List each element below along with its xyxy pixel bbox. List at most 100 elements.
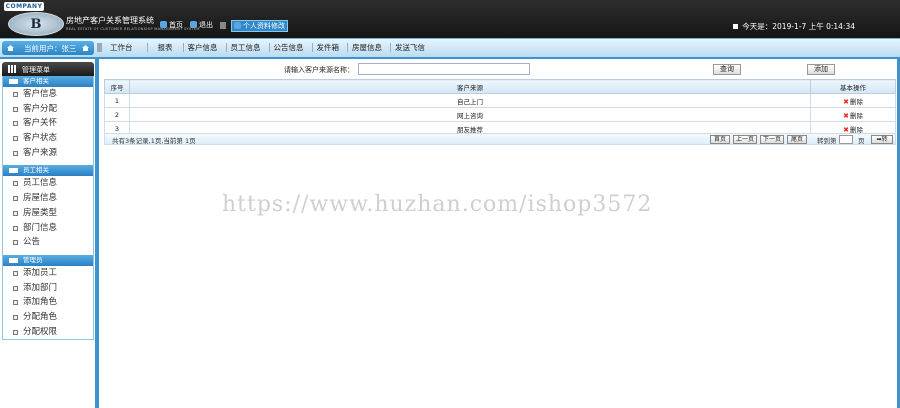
goto-page-input[interactable]: [839, 135, 853, 144]
group-folder-icon: [9, 257, 18, 263]
sidebar-item-employee-info[interactable]: 员工信息: [3, 176, 93, 191]
cell-source: 自己上门: [129, 93, 811, 108]
cell-source: 网上咨询: [129, 107, 811, 122]
sidebar-divider: [95, 57, 99, 408]
nav-send-fetion[interactable]: 发送飞信: [395, 43, 433, 52]
table-row: 1 自己上门 ✖删除: [104, 93, 896, 108]
pagination-summary: 共有3条记录,1页,当前第 1页: [112, 137, 196, 145]
sidebar-group-header[interactable]: 管理员: [3, 254, 93, 266]
delete-link[interactable]: ✖删除: [810, 107, 896, 122]
nav-customer-info[interactable]: 客户信息: [188, 43, 227, 52]
nav-bar: 当前用户：张三 工作台 报表 客户信息 员工信息 公告信息 发件箱 房屋信息 发…: [0, 39, 900, 59]
bullet-icon: [13, 300, 18, 306]
sidebar-item-label: 房屋信息: [23, 193, 58, 204]
logout-label: 退出: [199, 21, 213, 29]
sidebar-item-customer-assign[interactable]: 客户分配: [3, 102, 93, 117]
sidebar-item-label: 公告: [23, 237, 41, 248]
table-header-row: 序号 客户来源 基本操作: [104, 79, 896, 94]
first-page-button[interactable]: 首页: [710, 135, 730, 144]
search-label: 请输入客户来源名称：: [284, 66, 354, 74]
group-title: 员工相关: [23, 166, 49, 175]
sidebar-item-label: 客户来源: [23, 147, 58, 158]
last-page-button[interactable]: 尾页: [787, 135, 807, 144]
bullet-icon: [13, 210, 18, 216]
delete-x-icon: ✖: [843, 111, 849, 120]
sidebar-group-header[interactable]: 客户相关: [3, 76, 93, 87]
nav-report[interactable]: 报表: [158, 43, 184, 52]
nav-employee-info[interactable]: 员工信息: [231, 43, 270, 52]
current-user-label: 当前用户：张三: [24, 44, 77, 53]
bullet-icon: [13, 136, 18, 142]
nav-separator-icon: [97, 43, 102, 52]
sidebar-item-customer-status[interactable]: 客户状态: [3, 131, 93, 146]
top-header: COMPANY B 房地产客户关系管理系统 REAL ESTATE OF CUS…: [0, 0, 900, 39]
group-title: 客户相关: [23, 77, 49, 85]
sidebar-item-notice[interactable]: 公告: [3, 235, 93, 250]
add-button[interactable]: 添加: [807, 64, 835, 75]
profile-icon: [234, 22, 241, 29]
sidebar-item-label: 客户状态: [23, 133, 58, 144]
house-icon: [7, 45, 14, 51]
search-row: 请输入客户来源名称： 查询 添加: [100, 62, 898, 77]
page-unit-label: 页: [858, 137, 865, 145]
home-label: 首页: [169, 21, 183, 29]
delete-link[interactable]: ✖删除: [810, 93, 896, 108]
next-page-button[interactable]: 下一页: [760, 135, 784, 144]
sidebar-item-house-type[interactable]: 房屋类型: [3, 206, 93, 221]
nav-notice-info[interactable]: 公告信息: [274, 43, 313, 52]
profile-label: 个人资料修改: [243, 22, 285, 30]
nav-workbench[interactable]: 工作台: [110, 43, 148, 52]
nav-house-info[interactable]: 房屋信息: [352, 43, 391, 52]
sidebar-item-customer-care[interactable]: 客户关怀: [3, 116, 93, 131]
group-title: 管理员: [23, 255, 43, 264]
sidebar-item-add-role[interactable]: 添加角色: [3, 295, 93, 310]
sidebar-item-label: 客户分配: [23, 103, 58, 114]
col-header-actions: 基本操作: [810, 79, 896, 94]
house-icon-right: [82, 45, 89, 51]
query-button[interactable]: 查询: [713, 64, 741, 75]
menu-grid-icon: [8, 65, 17, 73]
sidebar-item-label: 添加角色: [23, 297, 58, 308]
sidebar-item-assign-role[interactable]: 分配角色: [3, 310, 93, 325]
col-header-no: 序号: [104, 79, 130, 94]
sidebar-item-assign-permission[interactable]: 分配权限: [3, 325, 93, 340]
bullet-icon: [13, 270, 18, 276]
logout-button[interactable]: 退出: [188, 20, 215, 30]
prev-page-button[interactable]: 上一页: [733, 135, 757, 144]
sidebar-group-customer: 客户相关 客户信息 客户分配 客户关怀 客户状态 客户来源 员工相关 员工信息 …: [2, 76, 94, 341]
sidebar-item-add-employee[interactable]: 添加员工: [3, 266, 93, 281]
logo-letter: B: [30, 16, 42, 32]
group-folder-icon: [9, 168, 18, 174]
sidebar-item-department-info[interactable]: 部门信息: [3, 221, 93, 236]
home-icon: [160, 21, 167, 28]
profile-edit-button[interactable]: 个人资料修改: [231, 20, 288, 32]
bentley-logo: B: [8, 12, 64, 36]
nav-outbox[interactable]: 发件箱: [317, 43, 348, 52]
system-title: 房地产客户关系管理系统: [66, 16, 154, 25]
sidebar-item-label: 分配角色: [23, 311, 58, 322]
group-folder-icon: [9, 79, 18, 84]
sidebar-item-house-info[interactable]: 房屋信息: [3, 191, 93, 206]
bullet-icon: [13, 106, 18, 112]
sidebar-item-label: 添加员工: [23, 267, 58, 278]
sidebar: 管理菜单 客户相关 客户信息 客户分配 客户关怀 客户状态 客户来源 员工相关 …: [2, 62, 94, 352]
sidebar-title: 管理菜单: [22, 66, 50, 74]
goto-button[interactable]: ➡转: [871, 135, 893, 144]
sidebar-item-label: 客户信息: [23, 89, 58, 99]
sidebar-item-customer-info[interactable]: 客户信息: [3, 87, 93, 102]
delete-label: 删除: [849, 97, 863, 106]
watermark-text: https://www.huzhan.com/ishop3572: [222, 192, 653, 217]
main-content: 请输入客户来源名称： 查询 添加 序号 客户来源 基本操作 1 自己上门 ✖删除…: [100, 62, 898, 145]
search-input[interactable]: [358, 63, 530, 75]
sidebar-item-customer-source[interactable]: 客户来源: [3, 146, 93, 161]
sidebar-item-label: 员工信息: [23, 178, 58, 189]
sidebar-group-header[interactable]: 员工相关: [3, 165, 93, 177]
home-button[interactable]: 首页: [158, 20, 185, 30]
bullet-icon: [13, 329, 18, 335]
customer-source-table: 序号 客户来源 基本操作 1 自己上门 ✖删除 2 网上咨询 ✖删除 3 朋友推…: [104, 79, 896, 136]
sidebar-item-add-department[interactable]: 添加部门: [3, 281, 93, 296]
delete-x-icon: ✖: [843, 97, 849, 106]
sidebar-item-label: 分配权限: [23, 326, 58, 337]
sidebar-title-bar: 管理菜单: [2, 62, 94, 76]
current-user-area: 当前用户：张三: [2, 41, 94, 55]
